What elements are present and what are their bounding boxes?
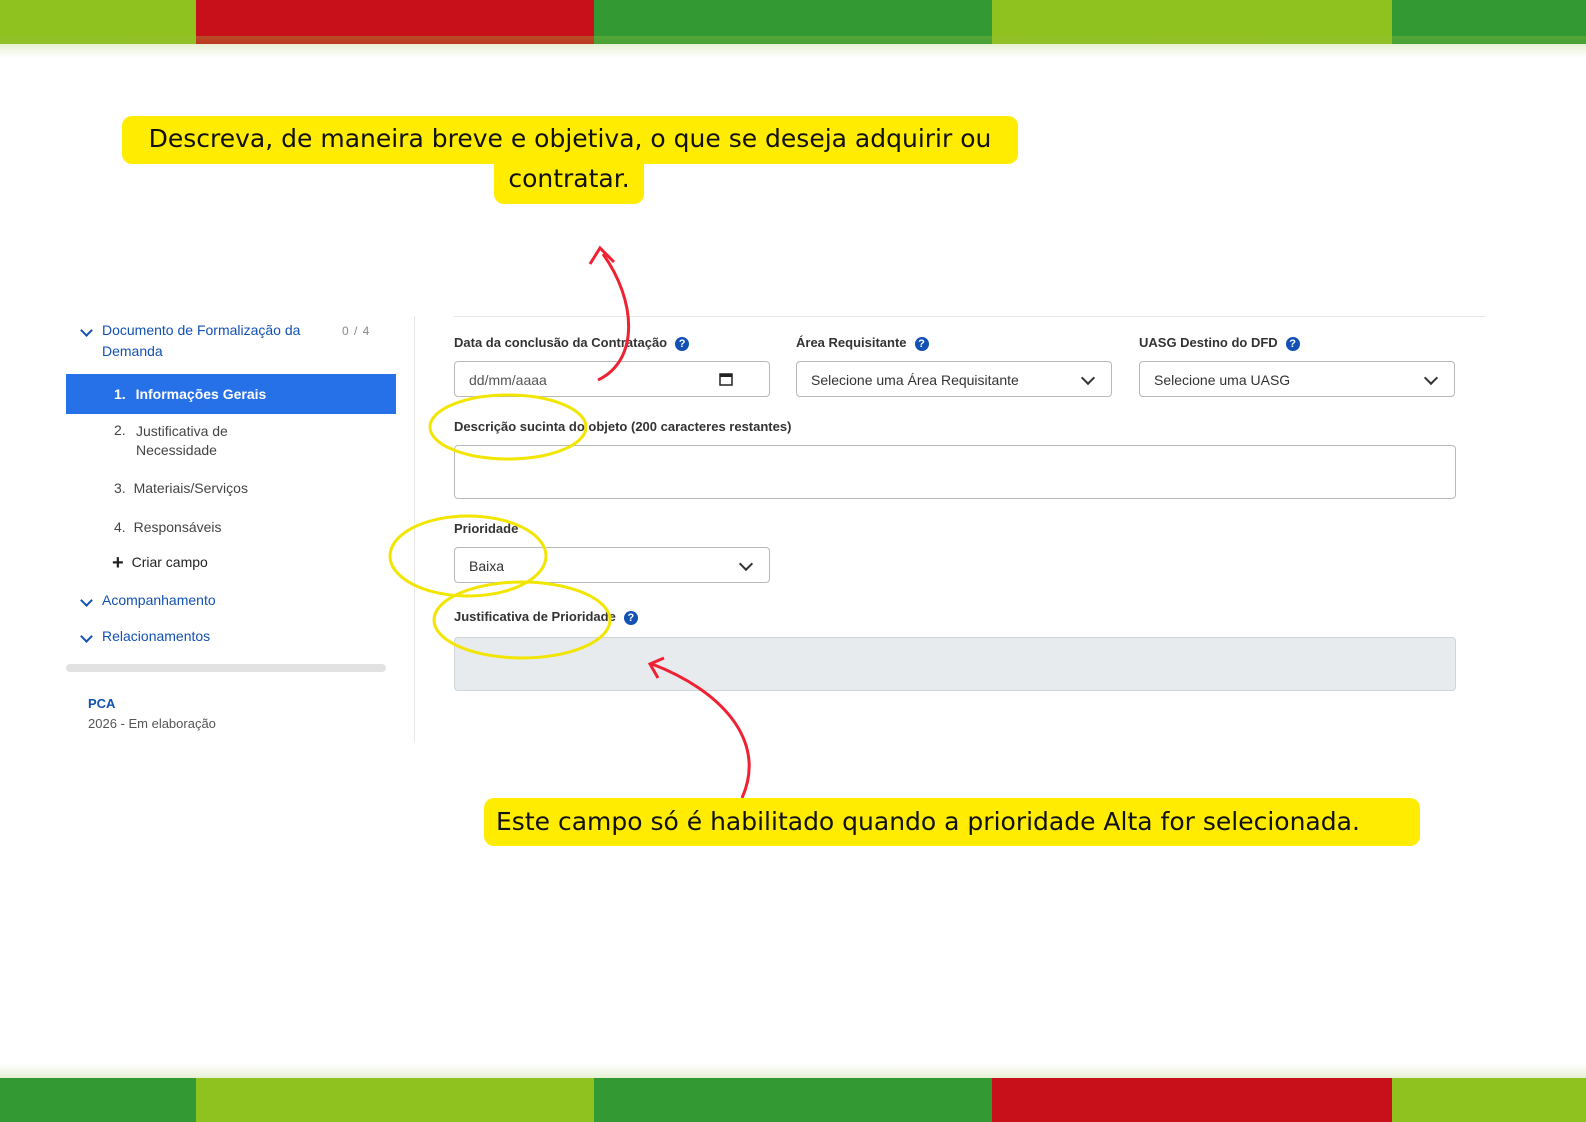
uasg-select-value: Selecione uma UASG bbox=[1154, 372, 1291, 388]
help-icon[interactable]: ? bbox=[914, 336, 929, 351]
chevron-down-icon[interactable] bbox=[80, 630, 93, 643]
priority-select[interactable]: Baixa bbox=[454, 547, 770, 583]
create-field-label: Criar campo bbox=[131, 554, 208, 570]
sidebar-item-responsaveis[interactable]: 4. Responsáveis bbox=[114, 519, 222, 535]
priority-select-value: Baixa bbox=[469, 558, 505, 574]
area-field-label: Área Requisitante? bbox=[796, 335, 929, 351]
uasg-select[interactable]: Selecione uma UASG bbox=[1139, 361, 1455, 397]
area-label-text: Área Requisitante bbox=[796, 335, 907, 350]
help-icon[interactable]: ? bbox=[623, 610, 638, 625]
sidebar-item-informacoes-gerais[interactable]: 1. Informações Gerais bbox=[66, 374, 396, 414]
priority-justification-label-text: Justificativa de Prioridade bbox=[454, 609, 616, 624]
callout-top: Descreva, de maneira breve e objetiva, o… bbox=[122, 116, 1018, 164]
chevron-down-icon bbox=[738, 556, 754, 572]
area-select[interactable]: Selecione uma Área Requisitante bbox=[796, 361, 1112, 397]
date-label-text: Data da conclusão da Contratação bbox=[454, 335, 668, 350]
calendar-icon[interactable] bbox=[719, 372, 733, 386]
callout-top-line1: Descreva, de maneira breve e objetiva, o… bbox=[148, 124, 992, 153]
date-field-label: Data da conclusão da Contratação? bbox=[454, 335, 690, 351]
sidebar-item-materiais[interactable]: 3. Materiais/Serviços bbox=[114, 480, 248, 496]
callout-top-line2: contratar. bbox=[508, 164, 630, 193]
arrow-up-head bbox=[588, 245, 616, 265]
create-field-button[interactable]: + Criar campo bbox=[112, 552, 208, 575]
pca-label: PCA bbox=[88, 696, 116, 711]
sidebar-item-label: Informações Gerais bbox=[135, 386, 267, 402]
help-icon[interactable]: ? bbox=[1285, 336, 1300, 351]
sidebar-item-justificativa[interactable]: 2. bbox=[114, 422, 126, 438]
section-progress: 0 / 4 bbox=[342, 324, 371, 338]
priority-justification-textarea bbox=[454, 637, 1456, 691]
date-input[interactable]: dd/mm/aaaa bbox=[454, 361, 770, 397]
sidebar-item-number: 1. bbox=[114, 386, 126, 402]
sidebar-section-title[interactable]: Documento de Formalização da Demanda bbox=[102, 320, 332, 362]
sidebar-item-label: Responsáveis bbox=[133, 519, 222, 535]
top-stripe-fade bbox=[0, 36, 1586, 58]
description-textarea[interactable] bbox=[454, 445, 1456, 499]
sidebar-item-number: 3. bbox=[114, 480, 126, 496]
chevron-down-icon[interactable] bbox=[80, 324, 93, 337]
chevron-down-icon[interactable] bbox=[80, 594, 93, 607]
sidebar-item-label[interactable]: Justificativa de Necessidade bbox=[136, 422, 256, 460]
priority-justification-label: Justificativa de Prioridade? bbox=[454, 609, 638, 625]
form-area: Data da conclusão da Contratação? dd/mm/… bbox=[454, 316, 1486, 743]
sidebar-item-number: 4. bbox=[114, 519, 126, 535]
bottom-decorative-stripe bbox=[0, 1078, 1586, 1122]
date-placeholder: dd/mm/aaaa bbox=[469, 372, 547, 388]
sidebar-item-label: Materiais/Serviços bbox=[133, 480, 248, 496]
sidebar-item-number: 2. bbox=[114, 422, 126, 438]
area-select-value: Selecione uma Área Requisitante bbox=[811, 372, 1019, 388]
help-icon[interactable]: ? bbox=[675, 336, 690, 351]
uasg-field-label: UASG Destino do DFD? bbox=[1139, 335, 1300, 351]
callout-bottom: Este campo só é habilitado quando a prio… bbox=[484, 798, 1420, 846]
dfd-form-panel: Documento de Formalização da Demanda 0 /… bbox=[66, 316, 1486, 742]
sidebar-scrollbar[interactable] bbox=[66, 664, 386, 672]
description-field-label: Descrição sucinta do objeto (200 caracte… bbox=[454, 419, 792, 434]
priority-field-label: Prioridade bbox=[454, 521, 519, 536]
sidebar: Documento de Formalização da Demanda 0 /… bbox=[66, 316, 415, 742]
sidebar-item-acompanhamento[interactable]: Acompanhamento bbox=[102, 592, 216, 608]
uasg-label-text: UASG Destino do DFD bbox=[1139, 335, 1278, 350]
plus-icon: + bbox=[112, 552, 124, 574]
sidebar-item-relacionamentos[interactable]: Relacionamentos bbox=[102, 628, 210, 644]
pca-status: 2026 - Em elaboração bbox=[88, 716, 216, 731]
chevron-down-icon bbox=[1423, 370, 1439, 386]
chevron-down-icon bbox=[1080, 370, 1096, 386]
